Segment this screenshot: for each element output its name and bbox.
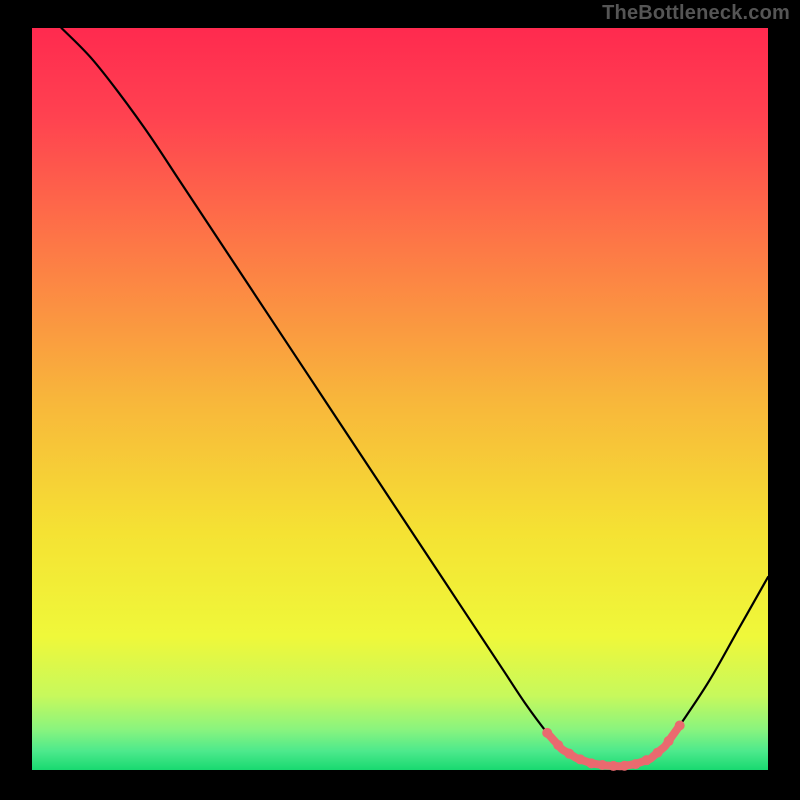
sweet-spot-marker — [619, 761, 629, 771]
sweet-spot-marker — [675, 720, 685, 730]
plot-area-gradient — [32, 28, 768, 770]
sweet-spot-marker — [575, 754, 585, 764]
sweet-spot-marker — [586, 758, 596, 768]
sweet-spot-marker — [553, 740, 563, 750]
sweet-spot-marker — [664, 736, 674, 746]
sweet-spot-marker — [564, 749, 574, 759]
sweet-spot-marker — [631, 759, 641, 769]
sweet-spot-marker — [653, 748, 663, 758]
sweet-spot-marker — [608, 761, 618, 771]
sweet-spot-marker — [642, 755, 652, 765]
sweet-spot-marker — [542, 728, 552, 738]
bottleneck-chart — [0, 0, 800, 800]
sweet-spot-marker — [597, 760, 607, 770]
watermark-text: TheBottleneck.com — [602, 2, 790, 25]
